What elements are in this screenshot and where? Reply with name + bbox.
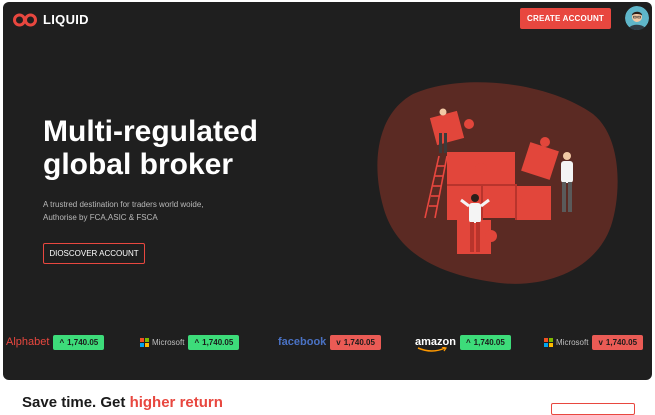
puzzle-illustration <box>377 82 618 284</box>
microsoft-logo: Microsoft <box>140 337 185 347</box>
section-title: Save time. Get higher return <box>22 394 223 411</box>
ticker-item[interactable]: amazon ^ 1,740.05 <box>415 333 511 352</box>
arrow-down-icon: v <box>336 337 341 347</box>
ticker-item[interactable]: Microsoft v 1,740.05 <box>544 333 644 351</box>
section-title-text: Save time. Get <box>22 394 130 411</box>
price-value: 1,740.05 <box>343 337 375 347</box>
price-value: 1,740.05 <box>605 337 638 347</box>
alphabet-logo: Alphabet <box>6 336 50 348</box>
price-badge-down: v 1,740.05 <box>330 334 381 350</box>
microsoft-icon <box>544 337 553 347</box>
price-badge-up: ^ 1,740.05 <box>53 334 105 350</box>
user-avatar[interactable] <box>625 6 649 30</box>
arrow-up-icon: ^ <box>59 337 65 347</box>
microsoft-icon <box>140 337 149 347</box>
price-value: 1,740.05 <box>473 337 505 347</box>
microsoft-logo: Microsoft <box>544 337 589 347</box>
hero-title-line1: Multi-regulated <box>43 115 258 148</box>
ticker-item[interactable]: Alphabet ^ 1,740.05 <box>6 333 105 351</box>
price-badge-down: v 1,740.05 <box>592 334 644 350</box>
section-title-highlight: higher return <box>129 394 223 411</box>
amazon-smile-icon <box>417 347 447 352</box>
price-value: 1,740.05 <box>202 337 234 347</box>
arrow-up-icon: ^ <box>194 337 200 347</box>
microsoft-label: Microsoft <box>152 337 185 347</box>
microsoft-label: Microsoft <box>556 337 589 347</box>
amazon-logo: amazon <box>415 336 456 352</box>
price-badge-up: ^ 1,740.05 <box>188 334 240 350</box>
section-button[interactable] <box>551 403 635 415</box>
app-frame: LIQUID CREATE ACCOUNT Multi-regulated gl… <box>3 2 652 380</box>
ticker-item[interactable]: Microsoft ^ 1,740.05 <box>140 333 240 351</box>
price-value: 1,740.05 <box>67 337 99 347</box>
hero-title: Multi-regulated global broker <box>43 115 303 181</box>
arrow-down-icon: v <box>598 337 603 347</box>
logo[interactable]: LIQUID <box>13 12 89 27</box>
stock-ticker: Alphabet ^ 1,740.05 Microsoft ^ 1,740.05… <box>3 333 652 353</box>
arrow-up-icon: ^ <box>465 337 471 347</box>
liquid-logo-icon <box>13 13 37 26</box>
discover-account-button[interactable]: DIOSCOVER ACCOUNT <box>43 243 145 264</box>
create-account-button[interactable]: CREATE ACCOUNT <box>520 8 611 29</box>
price-badge-up: ^ 1,740.05 <box>459 334 511 350</box>
avatar-icon <box>625 6 649 30</box>
hero-title-line2: global broker <box>43 148 234 181</box>
hero-subtitle-line1: A trustred destination for traders world… <box>43 200 204 209</box>
logo-text: LIQUID <box>43 12 89 27</box>
hero-subtitle-line2: Authorise by FCA,ASIC & FSCA <box>43 212 158 222</box>
facebook-logo: facebook <box>278 336 327 348</box>
ticker-item[interactable]: facebook v 1,740.05 <box>278 333 381 351</box>
hero-subtitle: A trustred destination for traders world… <box>43 199 243 224</box>
